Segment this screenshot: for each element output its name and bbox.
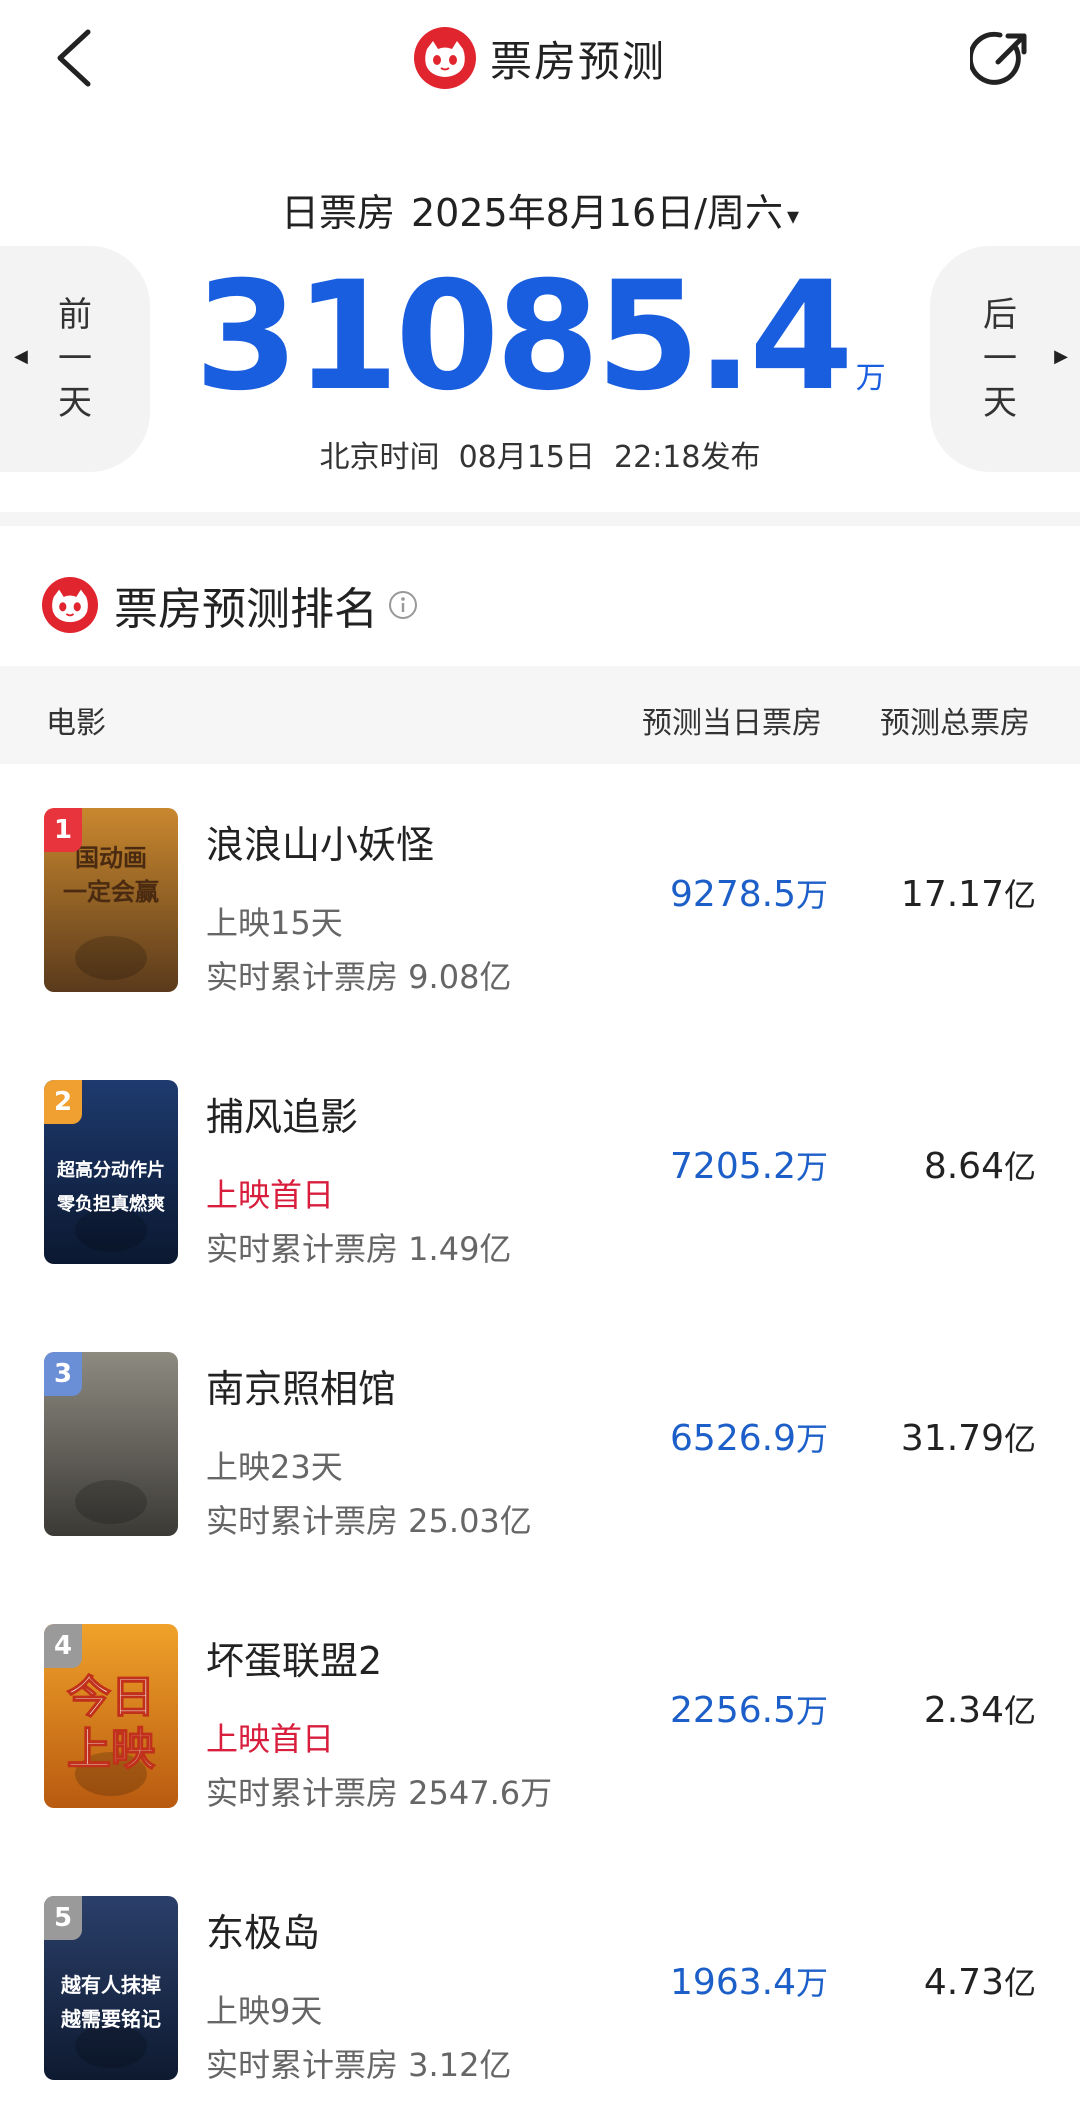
- realtime-box-office: 实时累计票房 2547.6万: [206, 1774, 553, 1812]
- predicted-total-box-office: 31.79亿: [900, 1418, 1036, 1459]
- predicted-day-box-office: 9278.5万: [670, 874, 828, 915]
- table-row[interactable]: 国动画一定会赢 1 浪浪山小妖怪 上映15天 实时累计票房 9.08亿 9278…: [0, 808, 1080, 1080]
- publish-time: 北京时间 08月15日 22:18发布: [319, 440, 761, 475]
- release-status: 上映首日: [206, 1720, 335, 1758]
- rank-badge: 5: [44, 1896, 82, 1940]
- maoyan-logo-icon: [413, 27, 476, 89]
- predicted-day-box-office: 2256.5万: [670, 1690, 828, 1731]
- predicted-total-box-office: 17.17亿: [900, 874, 1036, 915]
- poster-caption: 超高分动作片: [57, 1159, 165, 1180]
- rank-badge: 4: [44, 1624, 82, 1668]
- table-row[interactable]: 越有人抹掉越需要铭记 5 东极岛 上映9天 实时累计票房 3.12亿 1963.…: [0, 1896, 1080, 2114]
- rank-badge: 2: [44, 1080, 82, 1124]
- release-status: 上映首日: [206, 1176, 335, 1214]
- section-divider: [0, 512, 1080, 526]
- movie-title: 南京照相馆: [206, 1367, 397, 1411]
- predicted-total-box-office: 2.34亿: [923, 1690, 1036, 1731]
- date-selector[interactable]: 日票房 2025年8月16日/周六 ▾: [0, 182, 1080, 237]
- poster-caption: 上映: [67, 1725, 155, 1774]
- table-row[interactable]: 超高分动作片 零负担真燃爽 2 捕风追影 上映首日 实时累计票房 1.49亿 72…: [0, 1080, 1080, 1352]
- share-button[interactable]: [967, 28, 1032, 90]
- col-pred-total: 预测总票房: [880, 706, 1030, 741]
- movie-poster[interactable]: 超高分动作片 零负担真燃爽 2: [44, 1080, 178, 1264]
- rank-badge: 1: [44, 808, 82, 852]
- table-row[interactable]: 今日 上映 4 坏蛋联盟2 上映首日 实时累计票房 2547.6万 2256.5万…: [0, 1624, 1080, 1896]
- poster-caption: 零负担真燃爽: [56, 1193, 165, 1214]
- release-status: 上映15天: [206, 904, 343, 942]
- predicted-total-box-office: 8.64亿: [923, 1146, 1036, 1187]
- page: 票房预测 日票房2025年8月16日/周六▾ ◀ 前 一 天 后 一 天 ▶: [0, 0, 1080, 2114]
- date-value: 2025年8月16日/周六: [410, 191, 783, 235]
- poster-caption: 国动画: [75, 845, 147, 872]
- daily-box-office-total: 31085.4 万: [0, 262, 1080, 412]
- movie-poster[interactable]: 今日 上映 4: [44, 1624, 178, 1808]
- movie-title: 捕风追影: [206, 1095, 359, 1139]
- realtime-box-office: 实时累计票房 3.12亿: [206, 2046, 512, 2084]
- poster-caption: 越有人抹掉: [60, 1973, 161, 1997]
- table-row[interactable]: 3 南京照相馆 上映23天 实时累计票房 25.03亿 6526.9万 31.7…: [0, 1352, 1080, 1624]
- total-unit: 万: [855, 361, 886, 396]
- release-status: 上映23天: [206, 1448, 343, 1486]
- date-type-label: 日票房: [280, 191, 395, 235]
- predicted-total-box-office: 4.73亿: [923, 1962, 1036, 2003]
- col-movie: 电影: [46, 706, 106, 741]
- movie-title: 东极岛: [206, 1911, 321, 1955]
- predicted-day-box-office: 6526.9万: [670, 1418, 828, 1459]
- ranking-title: 票房预测排名: [42, 574, 418, 636]
- poster-caption: 越需要铭记: [60, 2007, 161, 2031]
- poster-caption: 今日: [67, 1673, 155, 1722]
- predicted-day-box-office: 1963.4万: [670, 1962, 828, 2003]
- col-pred-day: 预测当日票房: [642, 706, 822, 741]
- realtime-box-office: 实时累计票房 25.03亿: [206, 1502, 532, 1540]
- release-status: 上映9天: [206, 1992, 323, 2030]
- page-title: 票房预测: [489, 36, 666, 86]
- title-area: 票房预测: [0, 26, 1080, 90]
- realtime-box-office: 实时累计票房 1.49亿: [206, 1230, 512, 1268]
- rank-badge: 3: [44, 1352, 82, 1396]
- maoyan-logo-icon: [42, 577, 98, 633]
- ranking-title-text: 票房预测排名: [114, 584, 378, 635]
- predicted-day-box-office: 7205.2万: [670, 1146, 828, 1187]
- movie-title: 浪浪山小妖怪: [206, 823, 435, 867]
- info-icon[interactable]: [388, 590, 418, 620]
- share-icon: [967, 31, 1027, 85]
- total-value: 31085.4: [194, 250, 853, 424]
- movie-title: 坏蛋联盟2: [206, 1639, 383, 1683]
- realtime-box-office: 实时累计票房 9.08亿: [206, 958, 512, 996]
- movie-poster[interactable]: 3: [44, 1352, 178, 1536]
- movie-poster[interactable]: 国动画一定会赢 1: [44, 808, 178, 992]
- movie-poster[interactable]: 越有人抹掉越需要铭记 5: [44, 1896, 178, 2080]
- top-bar: 票房预测: [0, 0, 1080, 118]
- poster-caption: 一定会赢: [63, 878, 159, 906]
- ranking-table-header: 电影 预测当日票房 预测总票房: [0, 666, 1080, 764]
- caret-down-icon: ▾: [787, 201, 800, 230]
